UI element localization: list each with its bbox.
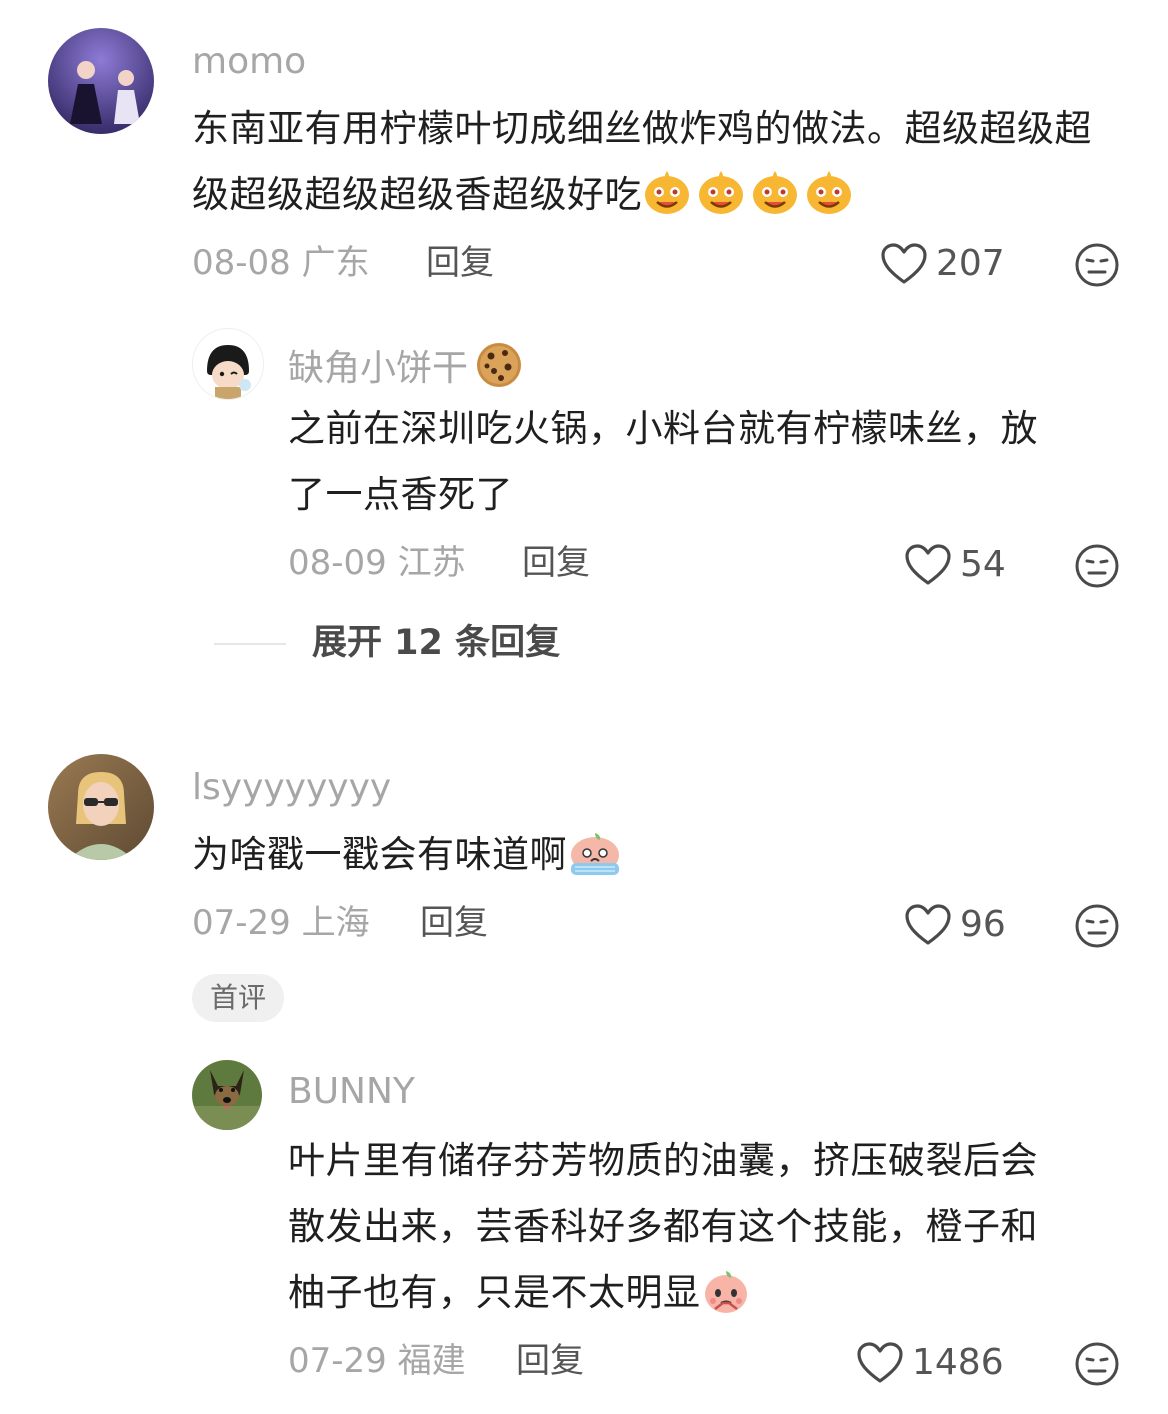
comment-username[interactable]: lsyyyyyyyy: [192, 770, 391, 806]
drool-face-icon: [696, 171, 750, 216]
dislike-button[interactable]: [1074, 543, 1120, 593]
dislike-button[interactable]: [1074, 1341, 1120, 1391]
comment-region: 广东: [301, 243, 370, 283]
reply-region: 江苏: [397, 543, 466, 583]
neutral-face-icon: [1075, 243, 1119, 287]
dislike-button[interactable]: [1074, 903, 1120, 953]
reply-text-line: 叶片里有储存芬芳物质的油囊，挤压破裂后会: [288, 1139, 1038, 1182]
crying-peach-icon: [567, 833, 627, 876]
comment-meta: 07-29 上海: [192, 906, 370, 940]
reply-username-text: 缺角小饼干: [288, 347, 469, 389]
like-count: 1486: [912, 1342, 1004, 1383]
heart-icon: [905, 904, 951, 945]
reply-date: 07-29: [288, 1341, 387, 1381]
reply-button[interactable]: 回复: [420, 906, 488, 940]
comment-date: 08-08: [192, 243, 291, 283]
reply-button[interactable]: 回复: [522, 546, 590, 580]
like-count: 96: [960, 904, 1006, 945]
neutral-face-icon: [1075, 544, 1119, 588]
expand-replies-label[interactable]: 展开 12 条回复: [312, 626, 560, 661]
comment-text: 为啥戳一戳会有味道啊: [192, 822, 1122, 888]
drool-face-icon: [750, 171, 804, 216]
avatar-image: [193, 329, 263, 399]
comment-date: 07-29: [192, 903, 291, 943]
avatar-image: [192, 1060, 262, 1130]
reply-date: 08-09: [288, 543, 387, 583]
like-button[interactable]: 96: [904, 903, 1006, 947]
comment-text: 东南亚有用柠檬叶切成细丝做炸鸡的做法。超级超级超级超级超级超级香超级好吃: [192, 96, 1122, 228]
like-count: 54: [960, 544, 1006, 585]
reply-avatar[interactable]: [192, 1060, 262, 1130]
drool-face-icon: [642, 171, 696, 216]
heart-icon: [905, 544, 951, 585]
avatar-image: [48, 28, 154, 134]
comment-username[interactable]: momo: [192, 44, 306, 80]
dislike-button[interactable]: [1074, 242, 1120, 292]
like-count: 207: [936, 243, 1005, 284]
reply-text-line: 散发出来，芸香科好多都有这个技能，橙子和: [288, 1205, 1038, 1248]
neutral-face-icon: [1075, 1342, 1119, 1386]
reply-button[interactable]: 回复: [516, 1344, 584, 1378]
reply-text-line: 之前在深圳吃火锅，小料台就有柠檬味丝，放: [288, 407, 1038, 450]
reply-button[interactable]: 回复: [426, 246, 494, 280]
reply-text-line-with-emoji: 柚子也有，只是不太明显: [288, 1260, 1138, 1326]
drool-face-icon: [804, 171, 858, 216]
heart-icon: [881, 243, 927, 284]
heart-icon: [857, 1342, 903, 1383]
reply-text-line: 了一点香死了: [288, 473, 513, 516]
comment-region: 上海: [301, 903, 370, 943]
avatar-image: [48, 754, 154, 860]
like-button[interactable]: 1486: [856, 1341, 1004, 1385]
neutral-face-icon: [1075, 904, 1119, 948]
divider: [214, 642, 286, 645]
like-button[interactable]: 207: [880, 242, 1005, 286]
expand-replies[interactable]: 展开 12 条回复: [214, 626, 560, 661]
avatar[interactable]: [48, 28, 154, 134]
pleading-peach-icon: [701, 1271, 755, 1314]
reply-text: 之前在深圳吃火锅，小料台就有柠檬味丝，放 了一点香死了: [288, 396, 1138, 528]
cookie-icon: [474, 340, 524, 397]
reply-username[interactable]: 缺角小饼干: [288, 340, 524, 397]
reply-text-line: 柚子也有，只是不太明显: [288, 1271, 701, 1314]
comment-text-content: 为啥戳一戳会有味道啊: [192, 833, 567, 876]
reply-avatar[interactable]: [192, 328, 264, 400]
like-button[interactable]: 54: [904, 543, 1006, 587]
first-comment-badge: 首评: [192, 974, 285, 1022]
reply-meta: 08-09 江苏: [288, 546, 466, 580]
avatar[interactable]: [48, 754, 154, 860]
comment-meta: 08-08 广东: [192, 246, 370, 280]
reply-meta: 07-29 福建: [288, 1344, 466, 1378]
reply-username[interactable]: BUNNY: [288, 1074, 415, 1110]
reply-region: 福建: [397, 1341, 466, 1381]
reply-text: 叶片里有储存芬芳物质的油囊，挤压破裂后会 散发出来，芸香科好多都有这个技能，橙子…: [288, 1128, 1138, 1326]
